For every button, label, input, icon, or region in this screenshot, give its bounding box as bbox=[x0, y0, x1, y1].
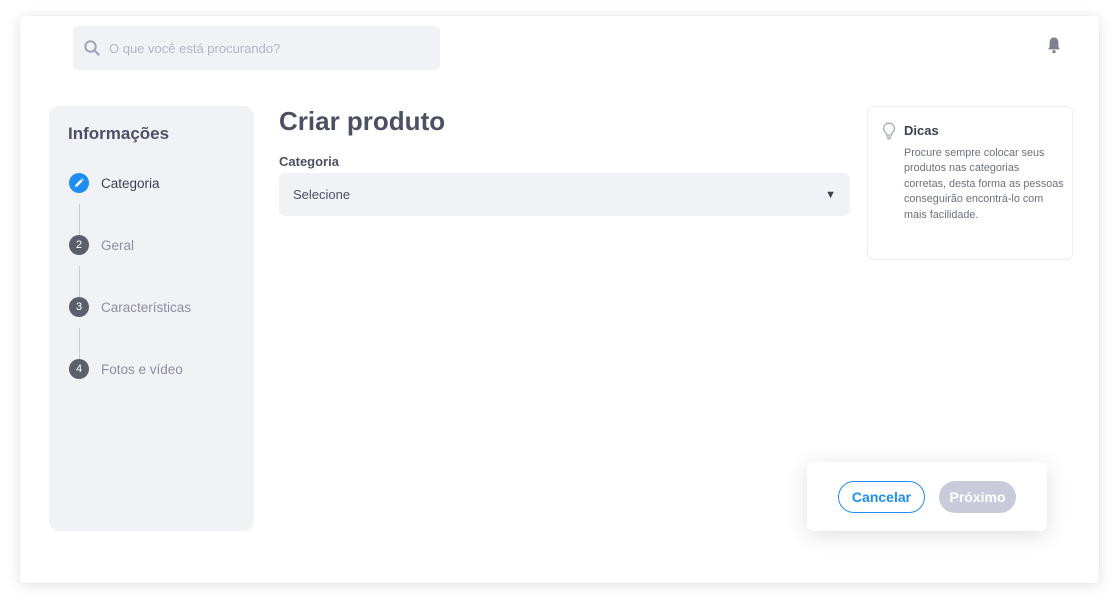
step-connector bbox=[79, 266, 80, 300]
step-connector bbox=[79, 328, 80, 362]
category-label: Categoria bbox=[279, 154, 339, 169]
tips-text: Procure sempre colocar seus produtos nas… bbox=[904, 147, 1064, 221]
step-number: 3 bbox=[69, 297, 89, 317]
steps-sidebar: Informações Categoria 2 Geral 3 Caracter… bbox=[49, 106, 254, 531]
pencil-icon bbox=[75, 178, 84, 187]
search-input[interactable] bbox=[109, 40, 429, 56]
category-select[interactable]: Selecione ▼ bbox=[279, 173, 850, 216]
step-label: Fotos e vídeo bbox=[101, 361, 183, 377]
step-label: Categoria bbox=[101, 175, 160, 191]
step-connector bbox=[79, 204, 80, 238]
bell-icon[interactable] bbox=[1046, 36, 1062, 54]
next-button[interactable]: Próximo bbox=[939, 481, 1016, 513]
step-label: Geral bbox=[101, 237, 135, 253]
search-icon bbox=[84, 40, 100, 56]
step-indicator bbox=[69, 173, 89, 193]
page-title: Criar produto bbox=[279, 106, 446, 136]
step-geral[interactable]: 2 Geral bbox=[69, 235, 134, 255]
cancel-button[interactable]: Cancelar bbox=[838, 481, 925, 513]
tips-title: Dicas bbox=[904, 123, 939, 138]
lightbulb-icon bbox=[882, 122, 896, 140]
action-bar: Cancelar Próximo bbox=[807, 462, 1047, 531]
category-select-value: Selecione bbox=[293, 187, 351, 202]
search-bar[interactable] bbox=[73, 26, 440, 70]
step-label: Características bbox=[101, 299, 192, 315]
step-caracteristicas[interactable]: 3 Características bbox=[69, 297, 191, 317]
step-categoria[interactable]: Categoria bbox=[69, 173, 160, 193]
caret-down-icon: ▼ bbox=[825, 188, 836, 201]
step-number: 2 bbox=[69, 235, 89, 255]
step-fotos-video[interactable]: 4 Fotos e vídeo bbox=[69, 359, 183, 379]
step-number: 4 bbox=[69, 359, 89, 379]
tips-card: Dicas Procure sempre colocar seus produt… bbox=[867, 106, 1073, 260]
app-window: Informações Categoria 2 Geral 3 Caracter… bbox=[20, 16, 1099, 583]
sidebar-title: Informações bbox=[68, 124, 170, 143]
